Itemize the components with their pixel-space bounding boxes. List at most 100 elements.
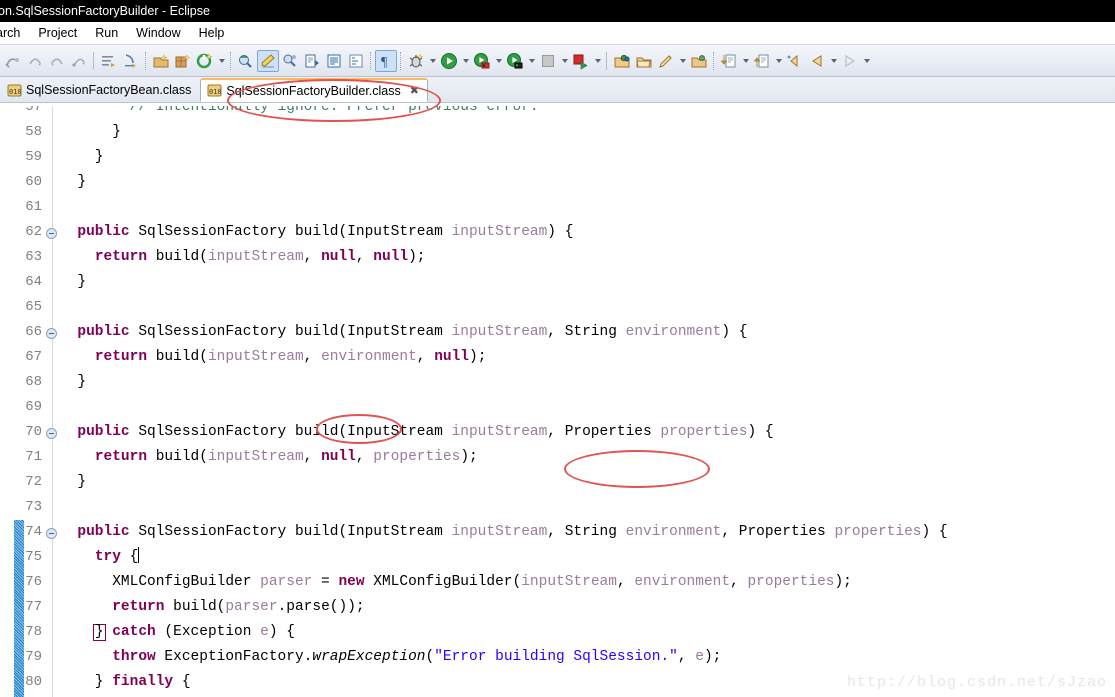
highlight-icon[interactable]: [257, 49, 279, 72]
close-icon[interactable]: ✖: [410, 84, 419, 97]
chevron-down-icon[interactable]: [773, 50, 784, 72]
fold-collapse-icon[interactable]: [46, 528, 57, 539]
code-token: e: [695, 649, 704, 665]
tab-label: SqlSessionFactoryBean.class: [26, 83, 192, 97]
code-token: }: [60, 124, 121, 140]
chevron-down-icon[interactable]: [526, 50, 537, 72]
new-wizard-icon[interactable]: [194, 50, 216, 72]
code-token: environment: [321, 349, 417, 365]
code-token: wrapException: [312, 649, 426, 665]
code-token: properties: [373, 449, 461, 465]
code-token: ,: [730, 574, 748, 590]
menu-run[interactable]: Run: [86, 22, 127, 44]
class-file-icon: 010: [207, 83, 222, 98]
code-editor[interactable]: 57 // Intentionally ignore. Prefer previ…: [0, 106, 1115, 697]
menu-project[interactable]: Project: [29, 22, 86, 44]
code-token: parser: [260, 574, 313, 590]
terminate-icon[interactable]: [537, 50, 559, 72]
run-icon[interactable]: [438, 50, 460, 72]
outline-icon[interactable]: [345, 50, 367, 72]
code-token: build(: [147, 249, 208, 265]
open-resource-icon[interactable]: [611, 50, 633, 72]
step-over-icon[interactable]: [24, 50, 46, 72]
menu-window[interactable]: Window: [127, 22, 189, 44]
chevron-down-icon[interactable]: [427, 50, 438, 72]
code-token: "Error building SqlSession.": [434, 649, 678, 665]
code-token: , String: [547, 324, 626, 340]
fold-collapse-icon[interactable]: [46, 428, 57, 439]
code-token: }: [60, 474, 87, 490]
back-arrow-icon[interactable]: [806, 50, 828, 72]
chevron-down-icon[interactable]: [493, 50, 504, 72]
open-perspective-icon[interactable]: [688, 50, 710, 72]
chevron-down-icon[interactable]: [592, 50, 603, 72]
chevron-down-icon[interactable]: [828, 50, 839, 72]
fold-collapse-icon[interactable]: [46, 328, 57, 339]
code-token: parser: [225, 599, 278, 615]
back-star-icon[interactable]: [784, 50, 806, 72]
code-lines[interactable]: 57 // Intentionally ignore. Prefer previ…: [0, 106, 1115, 697]
chevron-down-icon[interactable]: [861, 50, 872, 72]
menu-help[interactable]: Help: [190, 22, 234, 44]
chevron-down-icon[interactable]: [460, 50, 471, 72]
step-into-selection-icon[interactable]: [68, 50, 90, 72]
code-token: public: [77, 524, 130, 540]
code-text: return build(parser.parse());: [60, 595, 364, 620]
line-number: 75: [25, 549, 42, 565]
code-token: );: [834, 574, 852, 590]
code-token: SqlSessionFactory build(InputStream: [129, 224, 452, 240]
menu-search[interactable]: arch: [0, 22, 29, 44]
line-number: 59: [25, 149, 42, 165]
code-token: e: [260, 624, 269, 640]
search-icon[interactable]: [279, 50, 301, 72]
menu-bar: archProjectRunWindowHelp: [0, 22, 1115, 44]
pencil-icon[interactable]: [655, 50, 677, 72]
code-text: public SqlSessionFactory build(InputStre…: [60, 520, 947, 545]
new-java-project-icon[interactable]: [150, 50, 172, 72]
code-token: throw: [112, 649, 156, 665]
export-icon[interactable]: [301, 50, 323, 72]
chevron-down-icon[interactable]: [559, 50, 570, 72]
code-token: public: [77, 424, 130, 440]
line-number: 80: [25, 674, 42, 690]
chevron-down-icon[interactable]: [216, 50, 227, 72]
new-package-icon[interactable]: [172, 50, 194, 72]
pilcrow-icon[interactable]: ¶: [375, 49, 397, 72]
open-type-icon[interactable]: [235, 50, 257, 72]
run-external-tool-icon[interactable]: [471, 50, 493, 72]
next-edit-icon[interactable]: [718, 50, 740, 72]
code-token: ) {: [547, 224, 574, 240]
code-text: XMLConfigBuilder parser = new XMLConfigB…: [60, 570, 852, 595]
previous-annotation-icon[interactable]: [120, 50, 142, 72]
tab-sqlsessionfactorybean[interactable]: 010 SqlSessionFactoryBean.class: [0, 78, 200, 102]
debug-step-icon[interactable]: [2, 50, 24, 72]
code-text: }: [60, 170, 86, 195]
chevron-down-icon[interactable]: [677, 50, 688, 72]
console-icon[interactable]: [323, 50, 345, 72]
code-token: {: [173, 674, 191, 690]
coverage-icon[interactable]: [504, 50, 526, 72]
code-token: build(: [147, 449, 208, 465]
tab-sqlsessionfactorybuilder[interactable]: 010 SqlSessionFactoryBuilder.class ✖: [200, 78, 428, 102]
code-token: );: [408, 249, 426, 265]
previous-edit-icon[interactable]: [751, 50, 773, 72]
step-return-icon[interactable]: [46, 50, 68, 72]
code-token: inputStream: [207, 449, 304, 465]
next-annotation-icon[interactable]: [98, 50, 120, 72]
code-text: return build(inputStream, null, properti…: [60, 445, 478, 470]
chevron-down-icon[interactable]: [740, 50, 751, 72]
line-number: 63: [25, 249, 42, 265]
code-token: return: [94, 449, 148, 465]
forward-arrow-icon[interactable]: [839, 50, 861, 72]
open-folder-icon[interactable]: [633, 50, 655, 72]
debug-icon[interactable]: [405, 50, 427, 72]
fold-collapse-icon[interactable]: [46, 228, 57, 239]
line-number: 74: [25, 524, 42, 540]
stop-resume-icon[interactable]: [570, 50, 592, 72]
